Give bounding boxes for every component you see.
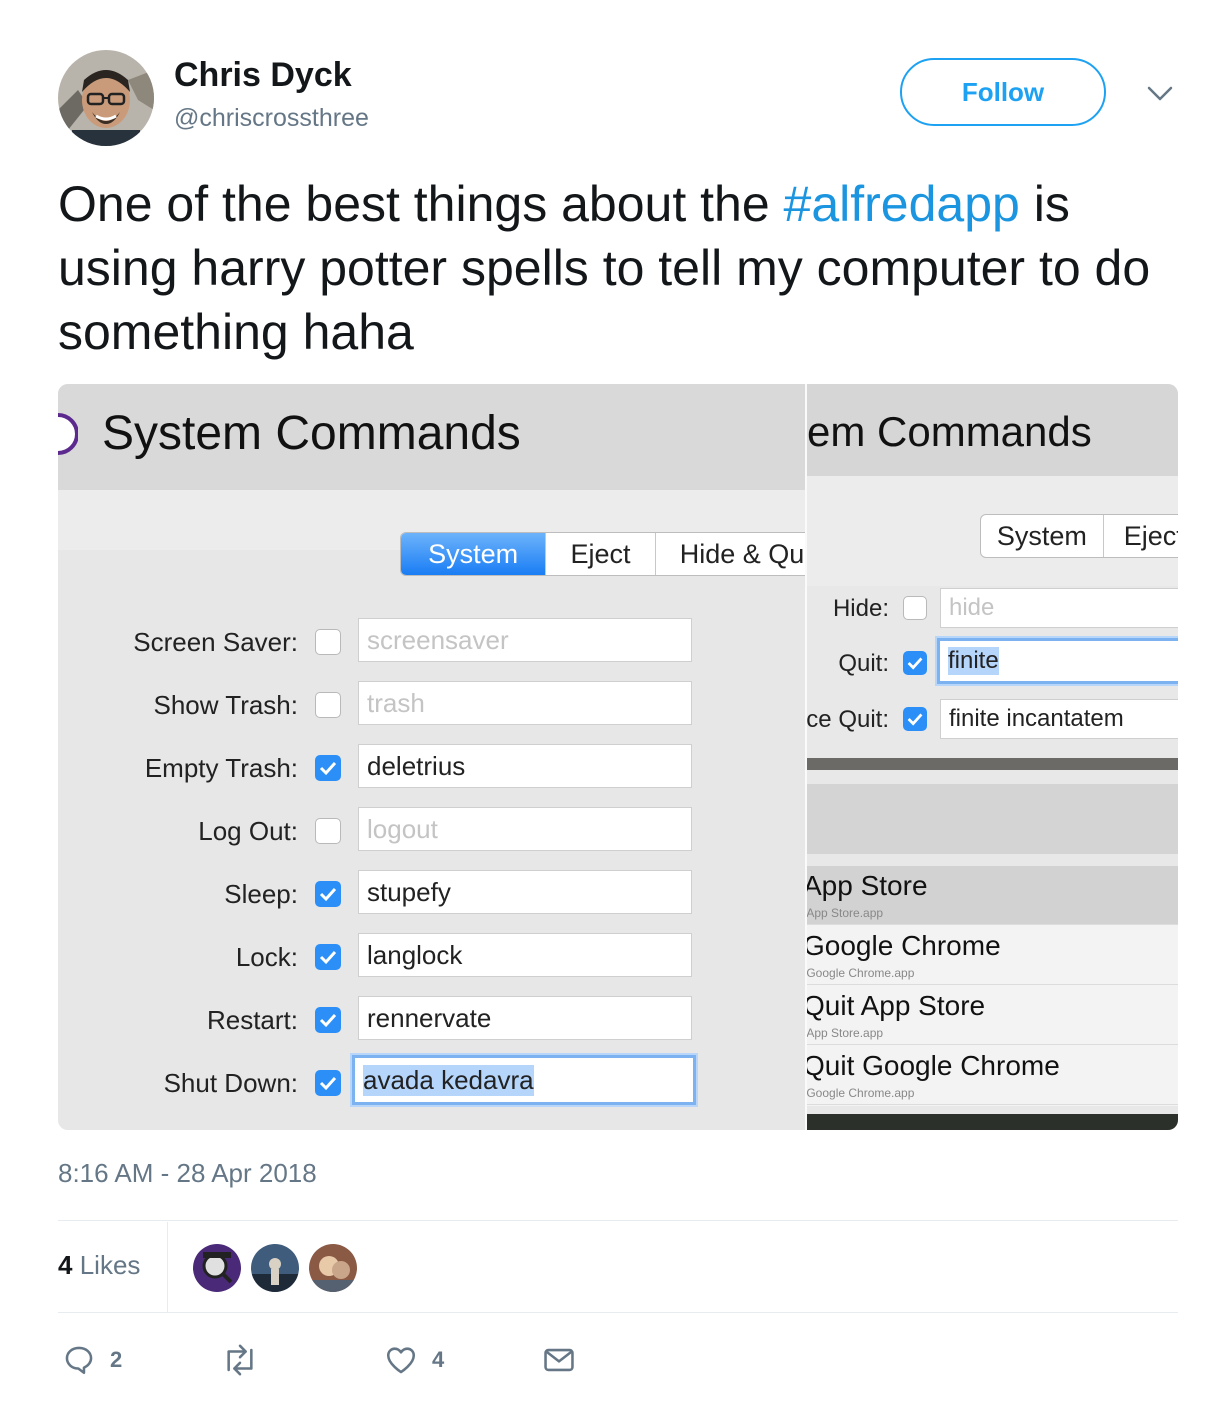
reply-count: 2 — [110, 1347, 123, 1372]
row-keyword-field: rennervate — [358, 996, 692, 1040]
tab-hide-quit: Hide & Qu — [656, 533, 806, 575]
result-subtitle: /App Store.app — [807, 906, 884, 920]
alfred-logo-icon — [58, 412, 79, 456]
hashtag-link[interactable]: #alfredapp — [784, 176, 1020, 232]
like-count: 4 — [432, 1347, 445, 1372]
alfred-search-bar — [807, 784, 1178, 854]
likes-label: Likes — [79, 1250, 141, 1280]
screenshot-title: em Commands — [807, 408, 1092, 455]
tab-eject: Eject — [546, 533, 656, 575]
liker-avatar[interactable] — [309, 1244, 357, 1292]
likes-count[interactable]: 4 Likes — [58, 1250, 140, 1281]
liker-avatar[interactable] — [251, 1244, 299, 1292]
result-subtitle: /Google Chrome.app — [807, 1086, 915, 1100]
row-label: Restart: — [206, 1005, 298, 1035]
chevron-down-icon[interactable] — [1146, 84, 1174, 104]
result-subtitle: /App Store.app — [807, 1026, 884, 1040]
author-name[interactable]: Chris Dyck — [174, 56, 352, 95]
reply-icon — [65, 1346, 93, 1375]
heart-icon — [386, 1347, 416, 1374]
retweet-action[interactable] — [220, 1340, 274, 1380]
row-checkbox — [315, 944, 341, 970]
result-item: Quit App Store /App Store.app — [807, 986, 1178, 1045]
row-checkbox — [903, 596, 927, 620]
row-label: Lock: — [235, 942, 298, 972]
result-title: App Store — [807, 870, 928, 901]
result-item: Quit Google Chrome /Google Chrome.app — [807, 1046, 1178, 1105]
selected-text: finite — [948, 647, 999, 675]
row-label: Log Out: — [198, 816, 298, 846]
row-label: Hide: — [832, 595, 889, 622]
author-avatar[interactable] — [58, 50, 154, 146]
row-keyword-field-focused: avada kedavra — [352, 1055, 696, 1105]
screenshot-system-commands: System Commands System Eject Hide & Qu S… — [58, 384, 806, 1130]
row-checkbox — [315, 1007, 341, 1033]
screenshot-title: System Commands — [102, 407, 521, 460]
alfred-results-list: App Store /App Store.app Google Chrome /… — [807, 866, 1178, 1106]
liker-avatar[interactable] — [193, 1244, 241, 1292]
reply-action[interactable]: 2 — [62, 1340, 122, 1380]
row-label: Screen Saver: — [133, 627, 298, 657]
result-item: Google Chrome /Google Chrome.app — [807, 926, 1178, 985]
message-icon — [544, 1348, 574, 1372]
row-keyword-field: logout — [358, 807, 692, 851]
row-keyword-field: deletrius — [358, 744, 692, 788]
row-checkbox — [315, 692, 341, 718]
row-label: ce Quit: — [807, 706, 889, 733]
divider-vertical — [167, 1222, 168, 1312]
tab-system: System — [401, 533, 547, 575]
divider — [58, 1312, 1178, 1313]
author-handle[interactable]: @chriscrossthree — [174, 104, 369, 133]
row-checkbox — [315, 881, 341, 907]
row-keyword-field: screensaver — [358, 618, 692, 662]
row-checkbox — [315, 1070, 341, 1096]
row-keyword-field-focused: finite — [937, 638, 1178, 684]
row-keyword-field: hide — [940, 588, 1178, 628]
tab-eject: Eject — [1104, 515, 1178, 557]
row-checkbox — [315, 755, 341, 781]
row-keyword-field: stupefy — [358, 870, 692, 914]
screenshot-tab-bar: System Eject — [980, 514, 1178, 558]
tweet-text-before: One of the best things about the — [58, 176, 784, 232]
row-keyword-field: trash — [358, 681, 692, 725]
row-keyword-field: langlock — [358, 933, 692, 977]
result-title: Quit Google Chrome — [807, 1050, 1060, 1081]
selected-text: avada kedavra — [363, 1064, 534, 1096]
row-label: Sleep: — [224, 879, 298, 909]
row-keyword-field: finite incantatem — [940, 699, 1178, 739]
result-title: Quit App Store — [807, 990, 986, 1021]
screenshot-bottom-strip — [807, 1114, 1178, 1130]
row-checkbox — [315, 629, 341, 655]
row-label: Empty Trash: — [144, 753, 298, 783]
tweet-timestamp[interactable]: 8:16 AM - 28 Apr 2018 — [58, 1158, 317, 1189]
result-item: App Store /App Store.app — [807, 866, 1178, 925]
screenshot-separator — [807, 758, 1178, 770]
tab-system: System — [981, 515, 1104, 557]
retweet-icon — [227, 1344, 253, 1376]
tweet-text: One of the best things about the #alfred… — [58, 172, 1168, 364]
row-label: Shut Down: — [163, 1068, 298, 1098]
row-checkbox — [903, 707, 927, 731]
like-action[interactable]: 4 — [384, 1340, 444, 1380]
row-label: Show Trash: — [153, 690, 298, 720]
row-label: Quit: — [838, 650, 889, 677]
screenshot-tab-bar: System Eject Hide & Qu — [400, 532, 806, 576]
direct-message-action[interactable] — [542, 1340, 590, 1380]
row-checkbox — [315, 818, 341, 844]
follow-button[interactable]: Follow — [900, 58, 1106, 126]
likes-number: 4 — [58, 1250, 73, 1280]
divider — [58, 1220, 1178, 1221]
screenshot-alfred-results: em Commands System Eject Hide: hide Quit… — [807, 384, 1178, 1130]
result-title: Google Chrome — [807, 930, 1001, 961]
result-subtitle: /Google Chrome.app — [807, 966, 915, 980]
row-checkbox — [903, 651, 927, 675]
tweet-image[interactable]: System Commands System Eject Hide & Qu S… — [58, 384, 1178, 1130]
